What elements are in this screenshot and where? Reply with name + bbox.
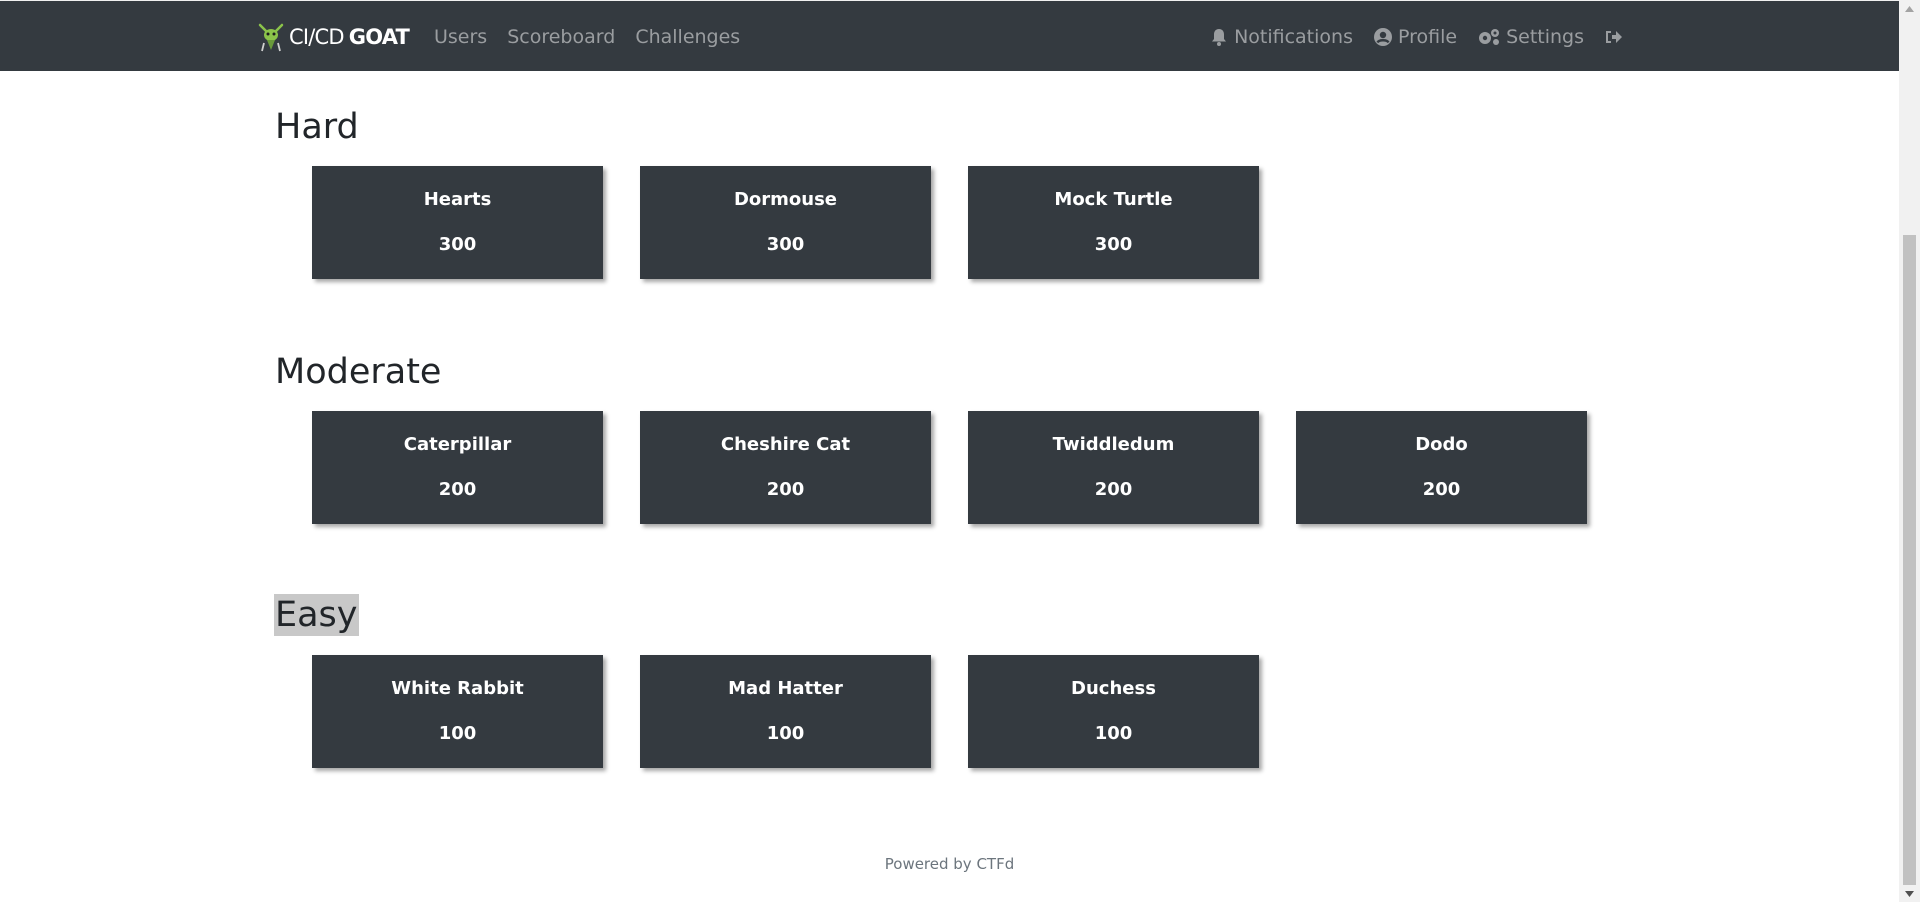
challenge-card-twiddledum[interactable]: Twiddledum 200 <box>968 411 1259 524</box>
category-title-moderate: Moderate <box>275 352 442 392</box>
nav-settings-label: Settings <box>1506 25 1584 48</box>
challenge-value: 100 <box>766 723 805 744</box>
nav-notifications-link[interactable]: Notifications <box>1209 26 1353 48</box>
goat-logo-icon <box>258 23 284 52</box>
nav-logout-link[interactable] <box>1604 27 1629 47</box>
nav-notifications-label: Notifications <box>1234 25 1353 48</box>
nav-left: Users Scoreboard Challenges <box>434 1 760 72</box>
challenge-card-mock-turtle[interactable]: Mock Turtle 300 <box>968 166 1259 279</box>
nav-profile-label: Profile <box>1397 25 1458 48</box>
challenge-value: 200 <box>438 479 477 500</box>
challenge-name: Dodo <box>1415 434 1468 455</box>
challenge-card-dormouse[interactable]: Dormouse 300 <box>640 166 931 279</box>
user-circle-icon <box>1373 27 1392 46</box>
challenge-value: 300 <box>1094 234 1133 255</box>
challenge-value: 200 <box>1094 479 1133 500</box>
bell-icon <box>1212 28 1227 46</box>
gears-icon <box>1479 28 1500 45</box>
powered-by-ctfd-link[interactable]: Powered by CTFd <box>885 855 1015 873</box>
scroll-up-arrow-icon[interactable] <box>1899 0 1920 17</box>
challenge-value: 200 <box>1422 479 1461 500</box>
challenge-value: 100 <box>438 723 477 744</box>
footer: Powered by CTFd <box>0 855 1899 873</box>
challenge-card-cheshire-cat[interactable]: Cheshire Cat 200 <box>640 411 931 524</box>
challenge-card-caterpillar[interactable]: Caterpillar 200 <box>312 411 603 524</box>
scroll-down-arrow-icon[interactable] <box>1899 885 1920 902</box>
challenge-value: 200 <box>766 479 805 500</box>
logout-icon <box>1606 30 1622 43</box>
challenge-name: Mock Turtle <box>1054 189 1173 210</box>
brand-home-link[interactable]: CI/CD GOAT <box>256 21 410 53</box>
nav-profile-link[interactable]: Profile <box>1373 26 1457 48</box>
navbar: CI/CD GOAT Users Scoreboard Challenges No… <box>0 0 1899 71</box>
challenge-card-hearts[interactable]: Hearts 300 <box>312 166 603 279</box>
challenge-name: White Rabbit <box>391 678 524 699</box>
challenge-name: Dormouse <box>733 189 838 210</box>
nav-challenges-link[interactable]: Challenges <box>635 26 740 48</box>
challenge-card-duchess[interactable]: Duchess 100 <box>968 655 1259 768</box>
challenge-card-mad-hatter[interactable]: Mad Hatter 100 <box>640 655 931 768</box>
challenge-name: Hearts <box>423 189 492 210</box>
challenge-value: 300 <box>766 234 805 255</box>
challenge-name: Mad Hatter <box>728 678 843 699</box>
category-title-hard: Hard <box>275 107 359 147</box>
challenge-value: 300 <box>438 234 477 255</box>
page-scrollbar[interactable] <box>1899 0 1920 902</box>
challenge-card-white-rabbit[interactable]: White Rabbit 100 <box>312 655 603 768</box>
nav-settings-link[interactable]: Settings <box>1477 26 1584 48</box>
challenge-name: Twiddledum <box>1052 434 1175 455</box>
nav-users-link[interactable]: Users <box>434 26 487 48</box>
challenge-value: 100 <box>1094 723 1133 744</box>
challenge-name: Caterpillar <box>403 434 512 455</box>
challenge-card-dodo[interactable]: Dodo 200 <box>1296 411 1587 524</box>
challenge-name: Cheshire Cat <box>720 434 851 455</box>
brand-text: CI/CD GOAT <box>289 25 410 49</box>
nav-right: Notifications Profile Settings <box>1189 1 1629 72</box>
scrollbar-thumb[interactable] <box>1903 235 1916 885</box>
challenge-name: Duchess <box>1071 678 1156 699</box>
nav-scoreboard-link[interactable]: Scoreboard <box>507 26 615 48</box>
category-title-easy: Easy <box>274 594 359 636</box>
